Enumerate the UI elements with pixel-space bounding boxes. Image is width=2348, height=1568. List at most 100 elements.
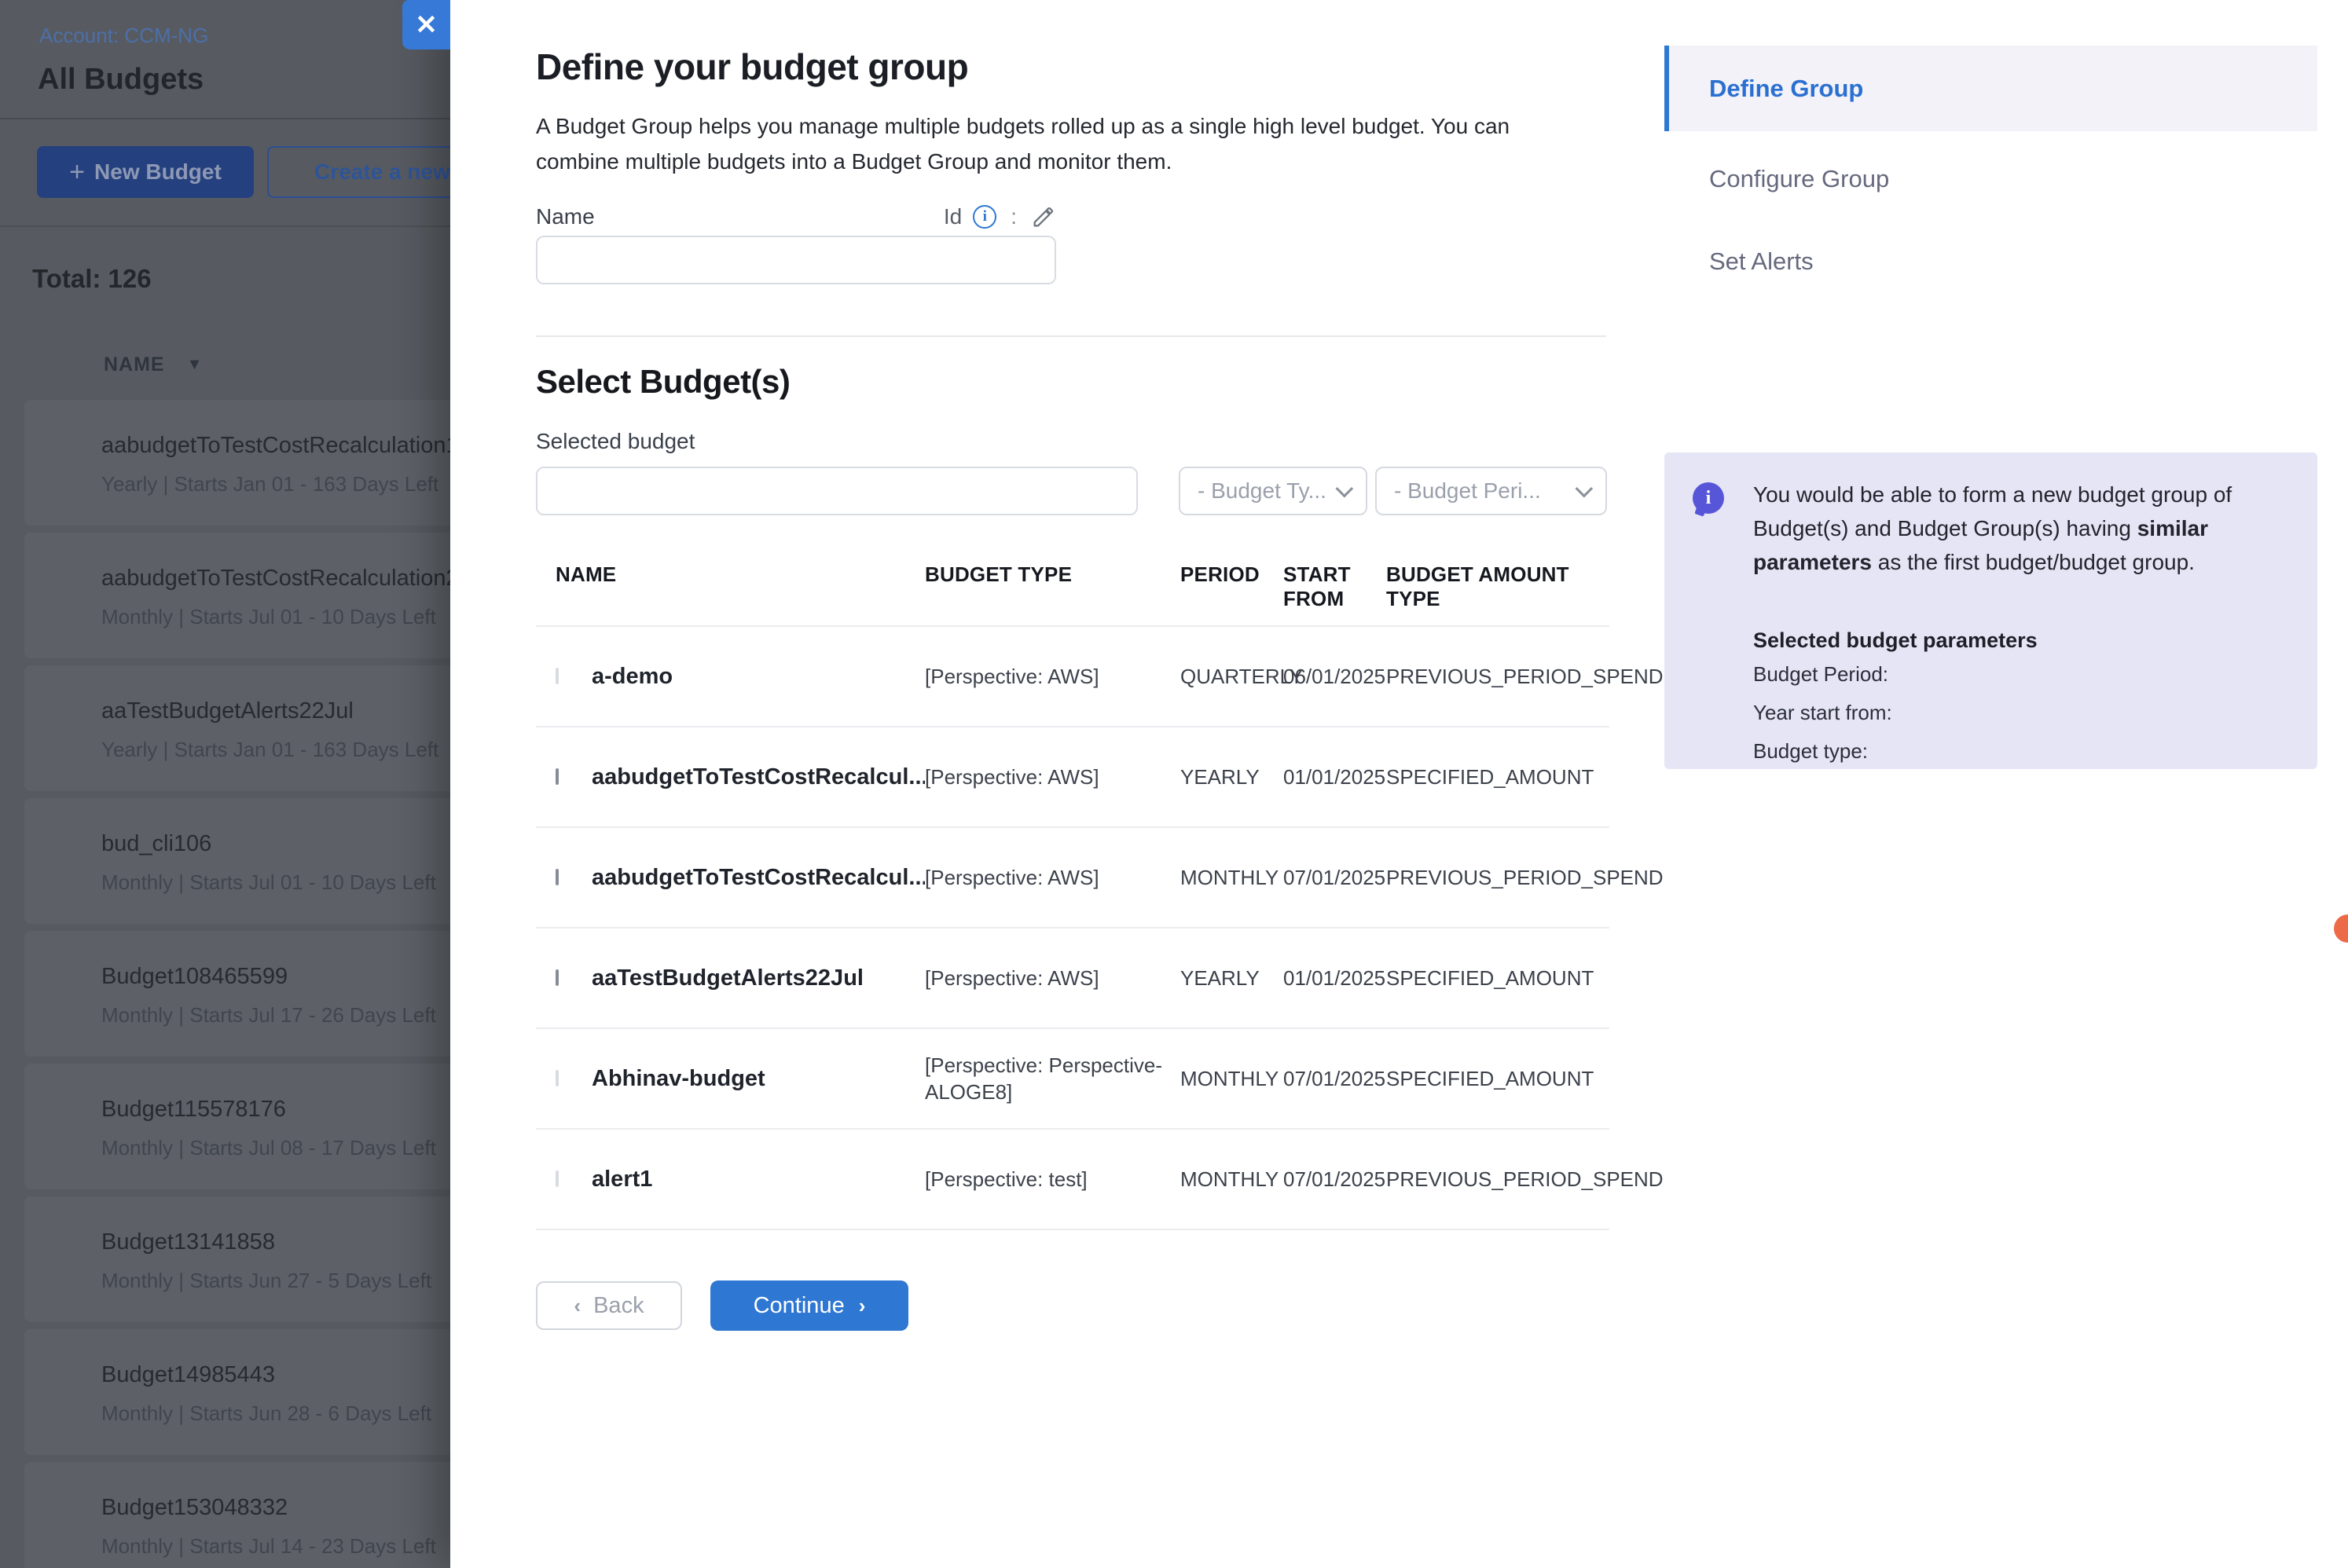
selected-budget-parameters-heading: Selected budget parameters [1753, 628, 2038, 653]
list-sort-header[interactable]: NAME ▼ [104, 354, 203, 376]
back-button[interactable]: ‹ Back [536, 1281, 682, 1330]
back-label: Back [593, 1293, 644, 1319]
budget-card-name: bud_cli106 [101, 831, 211, 857]
budget-search-input[interactable] [536, 467, 1138, 515]
chevron-down-icon [1336, 480, 1354, 498]
row-period: MONTHLY [1180, 1067, 1283, 1091]
budget-group-drawer: ✕ Define your budget group A Budget Grou… [450, 0, 2348, 1568]
budget-card[interactable]: aabudgetToTestCostRecalculation1 Yearly … [24, 400, 464, 526]
row-amount: SPECIFIED_AMOUNT [1386, 765, 1609, 789]
step-define-group[interactable]: Define Group [1664, 46, 2317, 131]
new-budget-button[interactable]: + New Budget [37, 146, 254, 198]
budget-card-name: aabudgetToTestCostRecalculation2 [101, 566, 459, 592]
budget-card[interactable]: aaTestBudgetAlerts22Jul Yearly | Starts … [24, 665, 464, 791]
drawer-title: Define your budget group [536, 46, 968, 88]
budget-card-meta: Monthly | Starts Jul 08 - 17 Days Left [101, 1136, 436, 1160]
create-budget-group-label: Create a new B [314, 159, 472, 185]
row-amount: PREVIOUS_PERIOD_SPEND [1386, 866, 1678, 890]
row-checkbox[interactable] [556, 1171, 559, 1187]
sort-caret-icon: ▼ [187, 356, 204, 374]
row-amount: PREVIOUS_PERIOD_SPEND [1386, 1167, 1678, 1192]
total-count: Total: 126 [32, 264, 152, 294]
table-row: a-demo [Perspective: AWS] QUARTERLY 06/0… [536, 627, 1609, 727]
budget-type-filter-select[interactable]: - Budget Ty... [1179, 467, 1367, 515]
budget-table: NAME BUDGET TYPE PERIOD START FROM BUDGE… [536, 542, 1609, 1230]
row-start: 07/01/2025 [1283, 1067, 1386, 1091]
row-checkbox[interactable] [556, 1070, 559, 1086]
id-colon: : [1007, 204, 1020, 229]
row-period: YEARLY [1180, 966, 1283, 991]
row-name: aaTestBudgetAlerts22Jul [592, 965, 925, 991]
account-breadcrumb[interactable]: Account: CCM-NG [39, 24, 208, 48]
budget-card-name: Budget14985443 [101, 1362, 275, 1388]
budget-period-filter-select[interactable]: - Budget Peri... [1375, 467, 1607, 515]
budget-card-meta: Monthly | Starts Jun 28 - 6 Days Left [101, 1401, 431, 1426]
close-icon: ✕ [415, 9, 438, 41]
budget-card[interactable]: Budget115578176 Monthly | Starts Jul 08 … [24, 1064, 464, 1189]
group-name-input[interactable] [536, 236, 1056, 284]
budget-period-filter-value: - Budget Peri... [1394, 478, 1541, 504]
budget-card-name: aabudgetToTestCostRecalculation1 [101, 433, 459, 459]
budget-card-name: Budget115578176 [101, 1097, 286, 1123]
budget-card-meta: Monthly | Starts Jul 17 - 26 Days Left [101, 1003, 436, 1028]
budget-card[interactable]: Budget13141858 Monthly | Starts Jun 27 -… [24, 1196, 464, 1322]
select-budgets-heading: Select Budget(s) [536, 363, 790, 401]
budget-card[interactable]: Budget108465599 Monthly | Starts Jul 17 … [24, 931, 464, 1057]
budget-card[interactable]: Budget153048332 Monthly | Starts Jul 14 … [24, 1462, 464, 1568]
row-type: [Perspective: Perspective-ALOGE8] [925, 1052, 1180, 1105]
selected-budget-parameters-list: Budget Period: Year start from: Budget t… [1753, 655, 1892, 771]
budget-card-name: aaTestBudgetAlerts22Jul [101, 698, 354, 724]
budget-card[interactable]: aabudgetToTestCostRecalculation2 Monthly… [24, 533, 464, 658]
row-name: a-demo [592, 664, 925, 690]
table-row: Abhinav-budget [Perspective: Perspective… [536, 1029, 1609, 1130]
budget-card-meta: Monthly | Starts Jul 01 - 10 Days Left [101, 605, 436, 629]
row-start: 01/01/2025 [1283, 765, 1386, 789]
id-info-icon[interactable]: i [973, 205, 996, 229]
list-header-label: NAME [104, 354, 165, 376]
wizard-steps: Define Group Configure Group Set Alerts [1664, 46, 2317, 284]
name-label: Name [536, 204, 595, 229]
info-panel: i You would be able to form a new budget… [1664, 452, 2317, 769]
row-checkbox[interactable] [556, 668, 559, 684]
divider [0, 225, 471, 227]
col-header-name: NAME [556, 562, 925, 611]
step-configure-group-label: Configure Group [1709, 165, 1889, 193]
step-configure-group[interactable]: Configure Group [1664, 157, 2317, 201]
row-period: QUARTERLY [1180, 665, 1283, 689]
row-type: [Perspective: AWS] [925, 765, 1180, 789]
budget-card-name: Budget153048332 [101, 1495, 288, 1521]
col-header-type: BUDGET TYPE [925, 562, 1180, 611]
table-row: aabudgetToTestCostRecalcul... [Perspecti… [536, 727, 1609, 828]
row-checkbox[interactable] [556, 768, 559, 785]
close-button[interactable]: ✕ [402, 0, 450, 49]
info-bubble-icon: i [1693, 482, 1724, 514]
chevron-down-icon [1576, 480, 1594, 498]
step-define-group-label: Define Group [1709, 75, 1863, 103]
edit-id-pencil-icon[interactable] [1031, 204, 1056, 229]
budget-card[interactable]: Budget14985443 Monthly | Starts Jun 28 -… [24, 1329, 464, 1455]
col-header-amount: BUDGET AMOUNT TYPE [1386, 562, 1609, 611]
chevron-right-icon: › [859, 1294, 866, 1318]
budget-card[interactable]: bud_cli106 Monthly | Starts Jul 01 - 10 … [24, 798, 464, 924]
row-checkbox[interactable] [556, 969, 559, 986]
continue-button[interactable]: Continue › [710, 1280, 908, 1331]
param-budget-period: Budget Period: [1753, 655, 1892, 694]
budget-card-meta: Monthly | Starts Jul 14 - 23 Days Left [101, 1534, 436, 1559]
id-label: Id [944, 204, 962, 229]
row-amount: SPECIFIED_AMOUNT [1386, 966, 1609, 991]
row-type: [Perspective: AWS] [925, 665, 1180, 689]
row-name: Abhinav-budget [592, 1066, 925, 1092]
row-checkbox[interactable] [556, 869, 559, 885]
info-panel-text: You would be able to form a new budget g… [1753, 478, 2297, 579]
budget-card-name: Budget108465599 [101, 964, 288, 990]
col-header-period: PERIOD [1180, 562, 1283, 611]
continue-label: Continue [754, 1293, 845, 1319]
step-set-alerts[interactable]: Set Alerts [1664, 240, 2317, 284]
budget-card-meta: Yearly | Starts Jan 01 - 163 Days Left [101, 738, 438, 762]
row-start: 07/01/2025 [1283, 1167, 1386, 1192]
budget-card-meta: Monthly | Starts Jun 27 - 5 Days Left [101, 1269, 431, 1293]
page-title: All Budgets [38, 63, 204, 97]
plus-icon: + [69, 159, 85, 185]
table-row: alert1 [Perspective: test] MONTHLY 07/01… [536, 1130, 1609, 1230]
row-amount: SPECIFIED_AMOUNT [1386, 1067, 1609, 1091]
